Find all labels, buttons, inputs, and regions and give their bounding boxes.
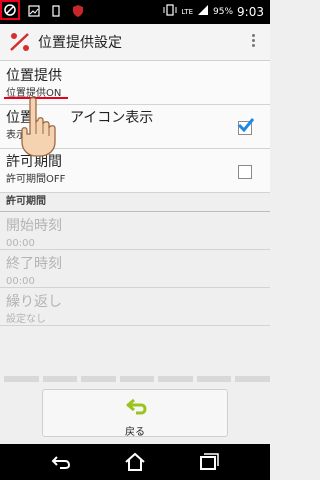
status-bar: LTE 95% 9:03: [0, 0, 270, 24]
location-share-status-icon: [0, 0, 20, 20]
vibrate-icon: [163, 4, 177, 19]
return-arrow-icon: [126, 398, 147, 415]
pointing-hand-icon: [18, 96, 58, 158]
back-icon[interactable]: [50, 452, 72, 472]
page-title: 位置提供設定: [38, 35, 122, 51]
battery-icon: 95%: [213, 6, 234, 17]
setting-title: 終了時刻: [6, 256, 62, 272]
setting-title: 開始時刻: [6, 218, 62, 234]
setting-summary: 許可期間OFF: [6, 174, 66, 185]
show-icon-checkbox[interactable]: [237, 118, 255, 135]
sd-card-icon: [48, 3, 64, 19]
location-share-icon: [8, 30, 32, 54]
setting-start-time[interactable]: 開始時刻 00:00: [0, 212, 270, 250]
clock: 9:03: [237, 4, 264, 19]
setting-summary: 00:00: [6, 238, 35, 249]
back-button-label: 戻る: [125, 427, 145, 438]
divider-strip: [0, 376, 271, 382]
permit-period-checkbox[interactable]: [238, 165, 252, 179]
lte-label: LTE: [181, 7, 194, 16]
section-header: 許可期間: [0, 193, 270, 212]
back-button[interactable]: 戻る: [42, 389, 228, 438]
setting-title: 繰り返し: [6, 294, 62, 310]
setting-end-time[interactable]: 終了時刻 00:00: [0, 250, 270, 288]
setting-repeat[interactable]: 繰り返し 設定なし: [0, 288, 270, 326]
overflow-menu-icon[interactable]: [250, 32, 256, 52]
image-icon: [26, 3, 42, 19]
signal-icon: [197, 4, 209, 19]
recent-apps-icon[interactable]: [198, 452, 220, 472]
action-bar: 位置提供設定: [0, 24, 270, 61]
navigation-bar: [0, 444, 270, 480]
setting-title: 位置提供: [6, 68, 62, 84]
setting-summary: 00:00: [6, 276, 35, 287]
home-icon[interactable]: [124, 452, 146, 472]
shield-icon: [70, 3, 86, 19]
setting-title-suffix: アイコン表示: [70, 110, 154, 126]
setting-summary: 設定なし: [6, 314, 46, 325]
